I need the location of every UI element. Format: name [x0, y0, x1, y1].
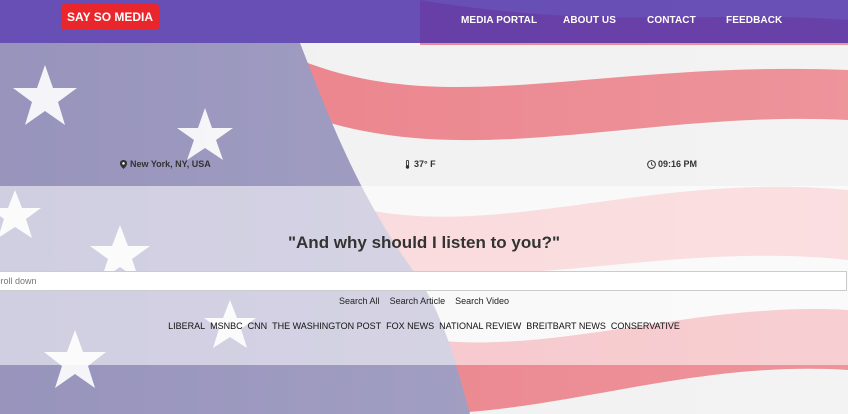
source-fox-news[interactable]: FOX NEWS [386, 321, 434, 331]
main-panel: "And why should I listen to you?" Search… [0, 186, 848, 365]
source-liberal[interactable]: LIBERAL [168, 321, 205, 331]
source-washington-post[interactable]: THE WASHINGTON POST [272, 321, 381, 331]
source-breitbart-news[interactable]: BREITBART NEWS [526, 321, 606, 331]
location-text: New York, NY, USA [130, 159, 211, 169]
search-video-option[interactable]: Search Video [455, 296, 509, 306]
map-marker-icon [119, 159, 128, 169]
clock-icon [647, 159, 656, 169]
search-all-option[interactable]: Search All [339, 296, 380, 306]
source-msnbc[interactable]: MSNBC [210, 321, 243, 331]
temperature-info: 37° F [403, 159, 436, 169]
top-navbar: SAY SO MEDIA MEDIA PORTAL ABOUT US CONTA… [0, 0, 848, 43]
location-info: New York, NY, USA [119, 159, 211, 169]
source-conservative[interactable]: CONSERVATIVE [611, 321, 680, 331]
search-article-option[interactable]: Search Article [390, 296, 446, 306]
time-text: 09:16 PM [658, 159, 698, 169]
info-bar: New York, NY, USA 37° F 09:16 PM [0, 43, 848, 186]
page-headline: "And why should I listen to you?" [287, 233, 561, 252]
time-info: 09:16 PM [647, 159, 697, 169]
news-sources-list: LIBERAL MSNBC CNN THE WASHINGTON POST FO… [0, 321, 848, 331]
source-national-review[interactable]: NATIONAL REVIEW [439, 321, 521, 331]
nav-media-portal[interactable]: MEDIA PORTAL [461, 15, 537, 26]
source-cnn[interactable]: CNN [248, 321, 268, 331]
temperature-text: 37° F [414, 159, 436, 169]
search-options: Search All Search Article Search Video [0, 296, 848, 306]
thermometer-icon [405, 159, 410, 169]
nav-contact[interactable]: CONTACT [647, 15, 696, 26]
brand-logo-button[interactable]: SAY SO MEDIA [61, 4, 160, 30]
nav-feedback[interactable]: FEEDBACK [726, 15, 782, 26]
search-input[interactable] [0, 271, 847, 291]
nav-about-us[interactable]: ABOUT US [563, 15, 616, 26]
